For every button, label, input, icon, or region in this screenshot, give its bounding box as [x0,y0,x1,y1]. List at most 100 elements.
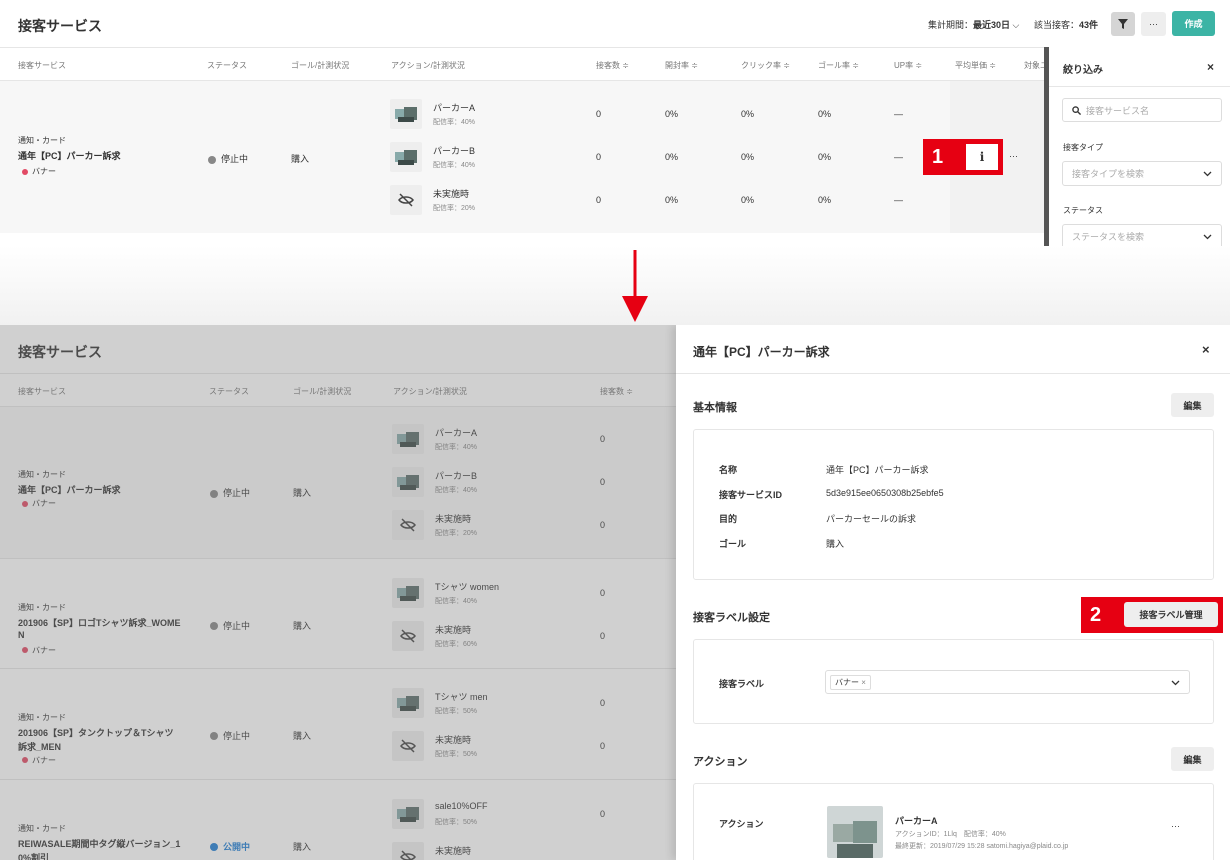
arrow-down-icon [622,250,648,322]
column-header[interactable]: 平均単価 ≑ [955,60,996,71]
type-placeholder: 接客タイプを検索 [1072,169,1145,179]
page-title: 接客サービス [18,18,102,34]
column-header: ゴール/計測状況 [291,61,350,70]
type-label: 接客タイプ [1063,143,1103,152]
column-header: ステータス [207,61,247,70]
row-more-button[interactable]: ··· [1009,151,1018,161]
field-label: 名称 [719,465,738,475]
marker-number: 2 [1090,603,1102,626]
period-selector[interactable]: 集計期間：最近30日 ⌵ [928,18,1019,31]
service-type: 通知・カード [18,136,66,145]
action-name[interactable]: パーカーB [433,144,475,157]
field-value: パーカーセールの訴求 [826,514,917,524]
pause-icon [208,155,216,164]
action-thumbnail [390,185,422,215]
chevron-down-icon [1203,234,1212,240]
marker-number: 1 [932,145,944,168]
top-screenshot: 接客サービス 集計期間：最近30日 ⌵ 該当接客：43件 ··· 作成 接客サー… [0,0,1230,246]
more-button[interactable]: ··· [1141,12,1166,36]
metric-open: 0% [665,109,679,119]
filter-button[interactable] [1111,12,1135,36]
basic-info-title: 基本情報 [693,402,737,414]
count-display: 該当接客：43件 [1034,18,1098,31]
status: 停止中 [208,152,248,165]
action-name[interactable]: 未実施時 [433,187,469,200]
field-label: 目的 [719,514,738,524]
action-name[interactable]: パーカーA [895,814,938,827]
goal: 購入 [291,154,310,164]
action-thumbnail [390,142,422,172]
filter-icon [1118,19,1128,29]
field-value: 通年【PC】パーカー訴求 [826,465,929,475]
status-placeholder: ステータスを検索 [1072,232,1145,242]
action-thumbnail [390,99,422,129]
label-select[interactable]: バナー × [825,670,1190,694]
action-rate: 配信率：20% [433,205,476,212]
metric-count: 0 [596,152,602,162]
label-card: 接客ラベル バナー × [693,639,1214,724]
tag-remove-icon[interactable]: × [861,678,866,687]
column-header[interactable]: 接客数 ≑ [596,60,629,71]
column-header[interactable]: 開封率 ≑ [665,60,698,71]
chevron-down-icon [1171,680,1180,686]
metric-goal: 0% [818,195,832,205]
search-icon [1072,105,1081,115]
column-header[interactable]: クリック率 ≑ [741,60,790,71]
period-label: 集計期間： [928,20,974,30]
close-icon[interactable]: × [1202,342,1210,357]
label-tag: バナー × [830,674,871,690]
close-icon[interactable]: × [1207,60,1214,74]
table-row[interactable] [0,81,1044,233]
field-value: 購入 [826,538,845,549]
column-header[interactable]: ゴール率 ≑ [818,60,859,71]
action-label: アクション [719,819,764,829]
column-header: アクション/計測状況 [391,61,465,70]
modal-overlay[interactable] [0,325,676,860]
label-field-label: 接客ラベル [719,679,765,689]
metric-count: 0 [596,195,602,205]
step-marker-2: 2 接客ラベル管理 [1081,597,1223,633]
label-manage-button[interactable]: 接客ラベル管理 [1124,602,1218,627]
create-button[interactable]: 作成 [1172,11,1215,36]
status-label: ステータス [1063,206,1103,215]
label-tag-text: バナー [835,677,859,687]
action-thumbnail [827,806,883,858]
label-badge: バナー [22,166,56,177]
metric-goal: 0% [818,109,832,119]
metric-up: — [894,195,903,205]
drawer-title: 通年【PC】パーカー訴求 [693,345,830,359]
field-label: ゴール [719,538,747,549]
action-updated: 最終更新：2019/07/29 15:28 satomi.hagiya@plai… [895,843,1069,850]
period-value: 最近30日 [973,20,1011,30]
info-icon[interactable]: i [966,144,998,170]
field-value: 5d3e915ee0650308b25ebfe5 [826,487,944,498]
search-placeholder: 接客サービス名 [1086,105,1150,116]
service-search-input[interactable]: 接客サービス名 [1062,98,1222,122]
column-header[interactable]: UP率 ≑ [894,60,922,71]
count-value: 43件 [1079,20,1099,30]
action-meta: アクションID：1Llq 配信率：40% [895,831,1006,838]
metric-open: 0% [665,195,679,205]
type-select[interactable]: 接客タイプを検索 [1062,161,1222,186]
filter-panel: 絞り込み × 接客サービス名 接客タイプ 接客タイプを検索 ステータス ステータ… [1049,47,1230,246]
metric-click: 0% [741,152,755,162]
edit-action-button[interactable]: 編集 [1171,747,1214,771]
label-settings-title: 接客ラベル設定 [693,612,770,624]
action-section-title: アクション [693,756,748,768]
field-label: 接客サービスID [719,489,783,500]
action-card: アクション パーカーA アクションID：1Llq 配信率：40% 最終更新：20… [693,783,1214,860]
metric-up: — [894,152,903,162]
status-text: 停止中 [221,154,249,164]
bottom-screenshot: 接客サービス 接客サービス ステータス ゴール/計測状況 アクション/計測状況 接客数 … [0,325,1230,860]
metric-open: 0% [665,152,679,162]
basic-info-card: 名称 通年【PC】パーカー訴求接客サービスID 5d3e915ee0650308b2… [693,429,1214,580]
metric-up: — [894,109,903,119]
edit-basic-button[interactable]: 編集 [1171,393,1214,417]
action-rate: 配信率：40% [433,162,476,169]
action-name[interactable]: パーカーA [433,101,475,114]
detail-drawer: 通年【PC】パーカー訴求 × 基本情報 編集 名称 通年【PC】パーカー訴求接客サ… [676,325,1230,860]
action-more-button[interactable]: ··· [1171,821,1180,831]
service-name[interactable]: 通年【PC】パーカー訴求 [18,149,121,162]
metric-click: 0% [741,195,755,205]
status-select[interactable]: ステータスを検索 [1062,224,1222,246]
